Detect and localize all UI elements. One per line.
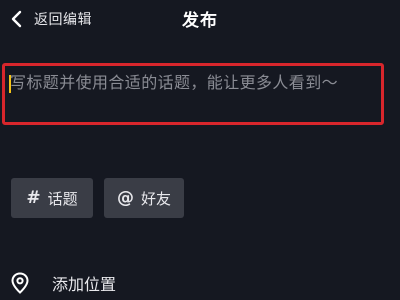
publish-screen: 返回编辑 发布 写标题并使用合适的话题，能让更多人看到～ # 话题 @ 好友 添… xyxy=(0,0,400,300)
hashtag-icon: # xyxy=(26,188,41,208)
caption-placeholder: 写标题并使用合适的话题，能让更多人看到～ xyxy=(10,73,339,92)
header: 返回编辑 发布 xyxy=(0,0,400,40)
chevron-left-icon xyxy=(8,10,26,28)
back-to-edit-button[interactable]: 返回编辑 xyxy=(8,6,92,32)
friend-label: 好友 xyxy=(140,189,171,208)
back-label: 返回编辑 xyxy=(34,12,92,28)
add-topic-button[interactable]: # 话题 xyxy=(11,178,93,218)
at-sign-icon: @ xyxy=(116,188,134,208)
location-label: 添加位置 xyxy=(52,275,117,294)
topic-label: 话题 xyxy=(47,189,78,208)
location-pin-icon xyxy=(10,272,30,294)
caption-input[interactable]: 写标题并使用合适的话题，能让更多人看到～ xyxy=(2,63,384,125)
mention-friend-button[interactable]: @ 好友 xyxy=(104,178,184,218)
add-location-button[interactable]: 添加位置 xyxy=(10,268,116,298)
